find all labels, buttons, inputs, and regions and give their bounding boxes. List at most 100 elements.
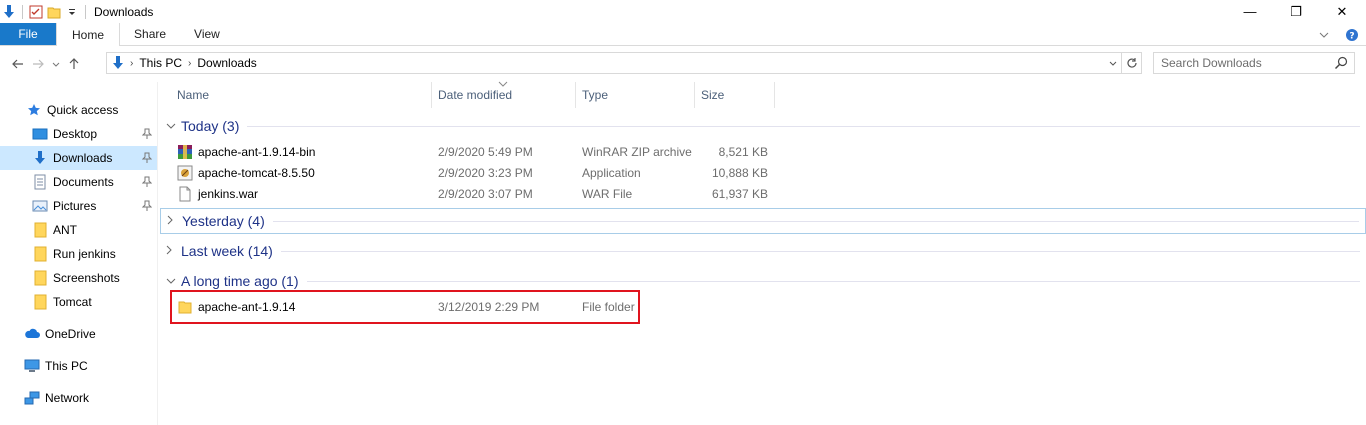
column-header-name[interactable]: Name [171,82,432,108]
file-size [700,296,768,317]
group-header-last-week[interactable]: Last week (14) [160,238,1366,264]
group-header-today[interactable]: Today (3) [160,113,1366,139]
sidebar-item-ant[interactable]: ANT [0,218,157,242]
computer-icon [24,358,40,374]
properties-icon[interactable] [27,2,45,22]
tab-home[interactable]: Home [56,23,121,46]
chevron-down-icon[interactable] [160,275,178,287]
breadcrumb-downloads[interactable]: Downloads [193,56,260,70]
downloads-icon [32,150,48,166]
file-name-cell: jenkins.war [177,183,258,204]
new-folder-icon[interactable] [45,2,63,22]
window-title: Downloads [94,4,154,19]
sidebar-item-quick-access[interactable]: Quick access [0,98,157,122]
sidebar-item-pictures[interactable]: Pictures [0,194,157,218]
file-date: 2/9/2020 3:07 PM [438,186,533,201]
close-button[interactable]: ✕ [1319,0,1365,23]
chevron-right-icon[interactable] [160,245,178,258]
sidebar-item-documents[interactable]: Documents [0,170,157,194]
file-row[interactable]: apache-tomcat-8.5.50 2/9/2020 3:23 PM Ap… [160,162,780,183]
breadcrumb-this-pc[interactable]: This PC [135,56,186,70]
sidebar-item-label: Desktop [53,127,98,141]
tab-file[interactable]: File [0,23,56,45]
quick-access-toolbar [0,0,90,23]
group-header-yesterday[interactable]: Yesterday (4) [160,208,1366,234]
sidebar-item-downloads[interactable]: Downloads [0,146,157,170]
sidebar-item-label: Network [45,391,90,405]
pin-icon[interactable] [141,176,153,188]
group-label: Last week (14) [181,243,273,259]
back-arrow-icon[interactable] [8,52,28,76]
chevron-right-icon[interactable] [161,215,179,228]
sidebar-item-network[interactable]: Network [0,386,157,410]
tab-view[interactable]: View [180,23,234,45]
star-icon [26,102,42,118]
sidebar-item-run-jenkins[interactable]: Run jenkins [0,242,157,266]
sidebar-item-label: Documents [53,175,114,189]
address-row: › This PC › Downloads [0,47,1366,81]
sidebar-item-onedrive[interactable]: OneDrive [0,322,157,346]
sidebar-item-label: Quick access [47,103,119,117]
sidebar-item-label: OneDrive [45,327,96,341]
pin-icon[interactable] [141,200,153,212]
file-size: 61,937 KB [711,186,768,201]
download-arrow-icon[interactable] [0,2,18,22]
file-row[interactable]: jenkins.war 2/9/2020 3:07 PM WAR File 61… [160,183,780,204]
group-label: A long time ago (1) [181,273,299,289]
sidebar-item-this-pc[interactable]: This PC [0,354,157,378]
breadcrumb-separator-icon[interactable]: › [128,58,135,69]
address-dropdown-icon[interactable] [1105,53,1121,73]
group-divider [280,250,1360,252]
sidebar-item-label: Screenshots [53,271,120,285]
search-input[interactable] [1161,56,1331,70]
search-icon[interactable] [1334,56,1348,70]
svg-text:?: ? [1349,31,1354,41]
file-list: Name Date modified Type Size Today (3) a… [160,80,1366,425]
network-icon [24,390,40,406]
recent-locations-chevron-icon[interactable] [48,52,64,76]
sidebar-item-label: Pictures [53,199,97,213]
documents-icon [32,174,48,190]
file-name: jenkins.war [198,186,259,201]
search-box[interactable] [1153,52,1355,74]
forward-arrow-icon[interactable] [28,52,48,76]
group-divider [306,280,1360,282]
group-divider [247,125,1360,127]
downloads-location-icon [110,55,126,71]
breadcrumb-separator-icon[interactable]: › [186,58,193,69]
toolbar-separator [22,4,23,19]
file-type: Application [582,165,641,180]
annotation-highlight-box [170,290,640,324]
refresh-icon[interactable] [1121,53,1141,73]
column-header-size[interactable]: Size [695,82,775,108]
sidebar-item-screenshots[interactable]: Screenshots [0,266,157,290]
application-icon [177,165,193,181]
pin-icon[interactable] [141,152,153,164]
customize-toolbar-dropdown-icon[interactable] [63,2,81,22]
sidebar-item-desktop[interactable]: Desktop [0,122,157,146]
help-icon[interactable]: ? [1338,23,1366,46]
tab-share[interactable]: Share [120,23,180,45]
up-arrow-icon[interactable] [64,52,84,76]
ribbon-tabs: File Home Share View ? [0,23,1366,46]
pin-icon[interactable] [141,128,153,140]
file-type: WAR File [582,186,633,201]
group-label: Today (3) [181,118,240,134]
file-name-cell: apache-tomcat-8.5.50 [177,162,315,183]
address-bar[interactable]: › This PC › Downloads [106,52,1142,74]
sidebar-item-label: Tomcat [53,295,92,309]
file-row[interactable]: apache-ant-1.9.14-bin 2/9/2020 5:49 PM W… [160,141,780,162]
chevron-down-icon[interactable] [160,120,178,132]
sidebar-item-label: Downloads [53,151,113,165]
sort-caret-icon [498,80,508,89]
folder-icon [32,270,48,286]
desktop-icon [32,126,48,142]
sidebar-item-tomcat[interactable]: Tomcat [0,290,157,314]
minimize-button[interactable]: — [1227,0,1273,23]
restore-button[interactable]: ❐ [1273,0,1319,23]
expand-ribbon-chevron-icon[interactable] [1310,23,1338,46]
column-headers: Name Date modified Type Size [160,80,1366,108]
column-header-type[interactable]: Type [576,82,695,108]
folder-icon [32,246,48,262]
sidebar-item-label: ANT [53,223,77,237]
